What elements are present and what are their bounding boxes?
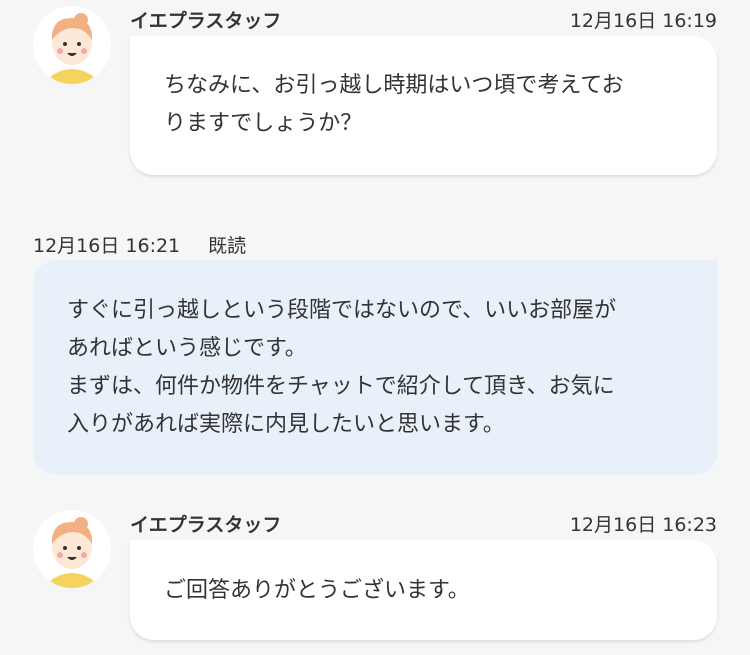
read-status: 既読 [208, 235, 247, 257]
staff-avatar-icon [33, 6, 111, 84]
message-text-line: ちなみに、お引っ越し時期はいつ頃で考えてお [164, 73, 624, 98]
message-timestamp: 12月16日 16:23 [569, 514, 717, 536]
staff-name: イエプラスタッフ [130, 10, 282, 32]
user-message-bubble: すぐに引っ越しという段階ではないので、いいお部屋が あればという感じです。 まず… [33, 260, 718, 475]
message-text-line: 入りがあれば実際に内見したいと思います。 [67, 412, 505, 437]
staff-name: イエプラスタッフ [130, 514, 282, 536]
message-text-line: りますでしょうか？ [164, 111, 363, 136]
message-text-line: すぐに引っ越しという段階ではないので、いいお部屋が [67, 298, 617, 323]
staff-avatar-icon [33, 510, 111, 588]
message-text-line: ご回答ありがとうございます。 [164, 578, 470, 603]
message-text-line: まずは、何件か物件をチャットで紹介して頂き、お気に [67, 374, 615, 399]
user-message-meta: 12月16日 16:21 既読 [33, 231, 246, 258]
message-timestamp: 12月16日 16:21 [33, 235, 181, 257]
message-timestamp: 12月16日 16:19 [569, 10, 717, 32]
staff-message-bubble: ちなみに、お引っ越し時期はいつ頃で考えてお りますでしょうか？ [130, 36, 717, 175]
staff-avatar [33, 6, 111, 84]
staff-message-bubble: ご回答ありがとうございます。 [130, 540, 717, 640]
message-text-line: あればという感じです。 [67, 336, 307, 361]
staff-avatar [33, 510, 111, 588]
